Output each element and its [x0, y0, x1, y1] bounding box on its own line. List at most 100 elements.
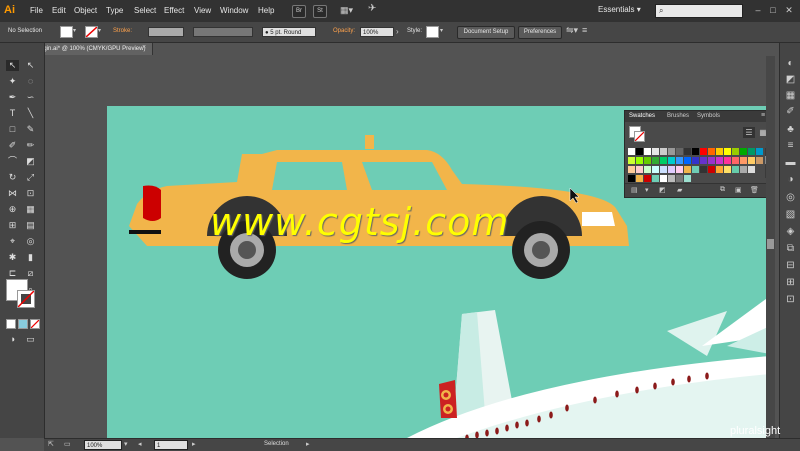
color-swatch[interactable] — [756, 157, 763, 164]
variable-width-profile[interactable] — [193, 27, 253, 37]
artboard-field[interactable]: 1 — [154, 440, 188, 450]
artboard-tool-icon[interactable]: ⊏ — [6, 268, 19, 279]
swatches-panel-icon[interactable]: ▦ — [784, 89, 797, 102]
color-swatch[interactable] — [644, 148, 651, 155]
stroke-swatch[interactable] — [85, 26, 98, 38]
delete-swatch-icon[interactable]: 🗑 — [750, 186, 759, 194]
color-swatch[interactable] — [708, 148, 715, 155]
menu-select[interactable]: Select — [134, 6, 156, 15]
color-guide-icon[interactable]: ◩ — [784, 73, 797, 86]
swatch-libraries-icon[interactable]: ▤ — [631, 186, 638, 194]
gradient-tool-icon[interactable]: ▤ — [24, 220, 37, 231]
color-swatch[interactable] — [716, 157, 723, 164]
color-swatch[interactable] — [716, 148, 723, 155]
stroke-color-box[interactable] — [17, 290, 35, 308]
opacity-field[interactable]: 100% — [360, 27, 394, 37]
close-button[interactable]: ✕ — [783, 5, 795, 15]
free-transform-tool-icon[interactable]: ⊡ — [24, 188, 37, 199]
color-swatch[interactable] — [628, 157, 635, 164]
blob-brush-tool-icon[interactable]: ⌒ — [6, 156, 19, 167]
color-swatch[interactable] — [700, 148, 707, 155]
color-swatch[interactable] — [676, 166, 683, 173]
color-swatch[interactable] — [740, 166, 747, 173]
tab-symbols[interactable]: Symbols — [697, 113, 720, 119]
fill-dropdown-icon[interactable]: ▾ — [73, 27, 76, 34]
color-mode-icon[interactable] — [6, 319, 16, 329]
transparency-panel-icon[interactable]: ◑ — [784, 173, 797, 186]
screen-mode-icon[interactable]: ▭ — [24, 334, 37, 345]
color-swatch[interactable] — [668, 175, 675, 182]
color-swatch[interactable] — [684, 175, 691, 182]
graphic-styles-icon[interactable]: ▧ — [784, 208, 797, 221]
stock-button[interactable]: St — [313, 5, 327, 18]
gradient-panel-icon[interactable]: ▬ — [784, 156, 797, 169]
new-swatch-folder-icon[interactable]: ▣ — [735, 186, 742, 194]
list-view-icon[interactable]: ☰ — [743, 127, 755, 138]
none-mode-icon[interactable] — [30, 319, 40, 329]
color-swatch[interactable] — [708, 157, 715, 164]
color-swatch[interactable] — [684, 148, 691, 155]
color-swatch[interactable] — [684, 166, 691, 173]
shape-builder-tool-icon[interactable]: ⊕ — [6, 204, 19, 215]
color-swatch[interactable] — [676, 148, 683, 155]
color-swatch[interactable] — [660, 166, 667, 173]
stroke-panel-icon[interactable]: ≡ — [784, 139, 797, 152]
perspective-grid-tool-icon[interactable]: ▦ — [24, 204, 37, 215]
eyedropper-tool-icon[interactable]: ⌖ — [6, 236, 19, 247]
stroke-dropdown-icon[interactable]: ▾ — [98, 27, 101, 34]
bridge-button[interactable]: Br — [292, 5, 306, 18]
gpu-performance-icon[interactable]: ✈ — [368, 3, 380, 15]
color-panel-icon[interactable]: ◐ — [784, 57, 797, 70]
brushes-panel-icon[interactable]: ✐ — [784, 105, 797, 118]
stroke-weight-field[interactable] — [148, 27, 184, 37]
pencil-tool-icon[interactable]: ✏ — [24, 140, 37, 151]
rotate-tool-icon[interactable]: ↻ — [6, 172, 19, 183]
color-swatch[interactable] — [676, 175, 683, 182]
column-graph-tool-icon[interactable]: ▮ — [24, 252, 37, 263]
next-artboard-icon[interactable]: ▸ — [192, 440, 196, 448]
preferences-button[interactable]: Preferences — [518, 26, 562, 39]
panel-menu-icon[interactable]: ≡ — [582, 25, 587, 35]
menu-edit[interactable]: Edit — [52, 6, 66, 15]
menu-effect[interactable]: Effect — [164, 6, 184, 15]
search-input[interactable]: ⌕ — [655, 4, 743, 18]
color-swatch[interactable] — [732, 166, 739, 173]
color-swatch[interactable] — [684, 157, 691, 164]
color-swatch[interactable] — [668, 148, 675, 155]
color-swatch[interactable] — [668, 157, 675, 164]
menu-file[interactable]: File — [30, 6, 43, 15]
color-swatch[interactable] — [740, 148, 747, 155]
color-swatch[interactable] — [708, 166, 715, 173]
gradient-mode-icon[interactable] — [18, 319, 28, 329]
paintbrush-tool-icon[interactable]: ✎ — [24, 124, 37, 135]
lasso-tool-icon[interactable]: ◌ — [24, 76, 37, 87]
symbols-panel-icon[interactable]: ♣ — [784, 123, 797, 136]
color-swatch[interactable] — [644, 166, 651, 173]
tab-brushes[interactable]: Brushes — [667, 113, 689, 119]
menu-view[interactable]: View — [194, 6, 211, 15]
color-swatch[interactable] — [692, 148, 699, 155]
color-swatch[interactable] — [644, 157, 651, 164]
color-swatch[interactable] — [636, 148, 643, 155]
menu-object[interactable]: Object — [74, 6, 97, 15]
type-tool-icon[interactable]: T — [6, 108, 19, 119]
color-swatch[interactable] — [748, 157, 755, 164]
zoom-dropdown-icon[interactable]: ▾ — [124, 440, 128, 448]
swatch-options-icon[interactable]: ◩ — [659, 186, 666, 194]
fill-swatch[interactable] — [60, 26, 73, 38]
color-swatch[interactable] — [740, 157, 747, 164]
arrange-documents-icon[interactable]: ▦▾ — [340, 4, 360, 16]
open-document-icon[interactable]: ⇱ — [48, 440, 54, 448]
width-tool-icon[interactable]: ⋈ — [6, 188, 19, 199]
color-swatch[interactable] — [652, 175, 659, 182]
color-swatch[interactable] — [724, 148, 731, 155]
color-swatch[interactable] — [692, 166, 699, 173]
line-tool-icon[interactable]: ╲ — [24, 108, 37, 119]
tab-swatches[interactable]: Swatches — [629, 113, 655, 119]
color-swatch[interactable] — [628, 166, 635, 173]
workspace-switcher[interactable]: Essentials ▾ — [598, 5, 641, 14]
color-swatch[interactable] — [652, 148, 659, 155]
color-swatch[interactable] — [660, 175, 667, 182]
color-swatch[interactable] — [724, 157, 731, 164]
slice-tool-icon[interactable]: ⧄ — [24, 268, 37, 279]
